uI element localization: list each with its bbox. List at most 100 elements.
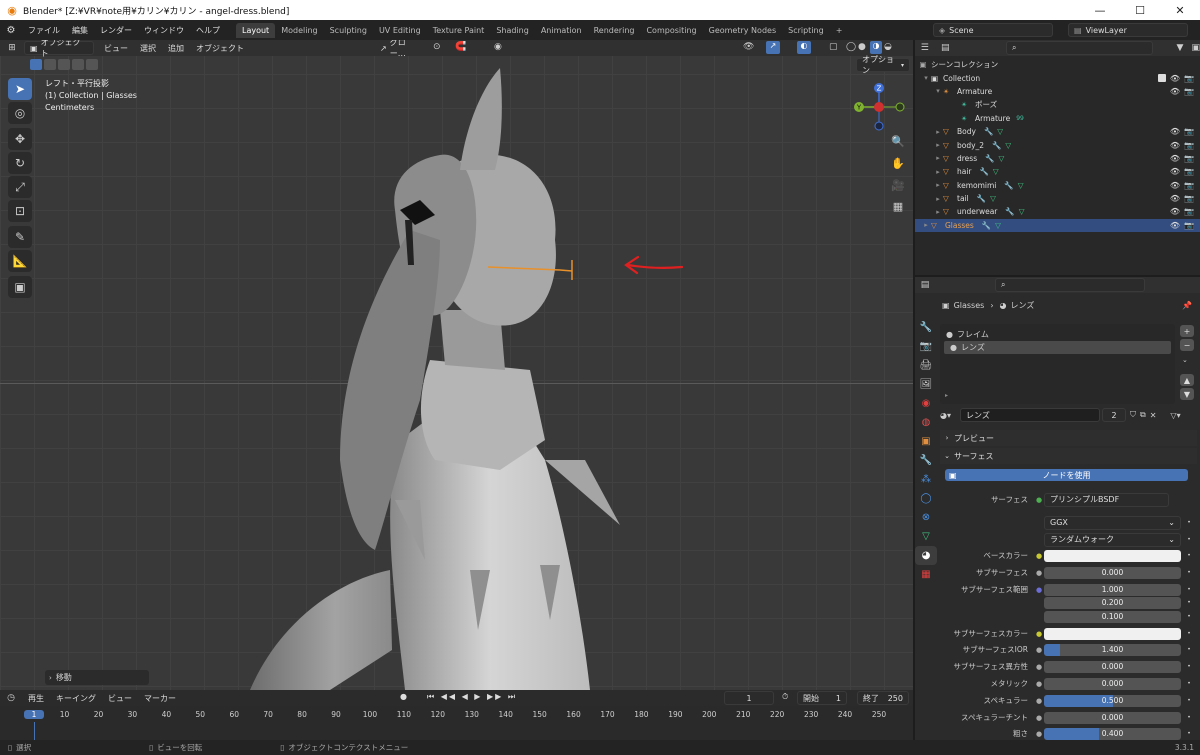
keyframe-dot-icon[interactable]: • xyxy=(1181,519,1197,526)
view-layer-tab-icon[interactable]: 🖼 xyxy=(915,375,937,394)
camera-icon[interactable]: 📷 xyxy=(1184,127,1194,136)
select-subtract-icon[interactable] xyxy=(58,58,70,70)
menu-help[interactable]: ヘルプ xyxy=(190,25,226,36)
mesh-data-icon[interactable]: ▽ xyxy=(1019,207,1025,216)
unlink-icon[interactable]: ✕ xyxy=(1150,411,1157,420)
material-tab-icon[interactable]: ◕ xyxy=(915,546,937,565)
eye-icon[interactable]: 👁 xyxy=(1170,181,1180,190)
expand-arrow-icon[interactable]: ▸ xyxy=(933,154,943,162)
material-slot-lens[interactable]: ● レンズ xyxy=(944,341,1171,354)
modifier-icon[interactable]: 🔧 xyxy=(982,221,991,230)
zoom-icon[interactable]: 🔍 xyxy=(888,135,908,155)
camera-icon[interactable]: 📷 xyxy=(1184,221,1194,230)
mesh-data-icon[interactable]: ▽ xyxy=(997,127,1003,136)
tool-tab-icon[interactable]: 🔧 xyxy=(915,318,937,337)
camera-icon[interactable]: 📷 xyxy=(1184,207,1194,216)
keyframe-dot-icon[interactable]: • xyxy=(1181,552,1197,559)
tab-animation[interactable]: Animation xyxy=(535,23,588,38)
color-swatch[interactable] xyxy=(1044,627,1181,640)
eye-icon[interactable]: 👁 xyxy=(1170,221,1180,230)
distribution-dropdown[interactable]: GGX ⌄ xyxy=(1044,515,1181,530)
physics-tab-icon[interactable]: ◯ xyxy=(915,489,937,508)
outliner-row[interactable]: ✴ Armature 99 xyxy=(915,112,1200,125)
menu-file[interactable]: ファイル xyxy=(22,25,66,36)
tab-uv-editing[interactable]: UV Editing xyxy=(373,23,427,38)
modifier-icon[interactable]: 🔧 xyxy=(977,194,986,203)
select-invert-icon[interactable] xyxy=(72,58,84,70)
slot-link-icon[interactable]: ▽▾ xyxy=(1170,411,1180,420)
rotate-tool-icon[interactable]: ↻ xyxy=(8,152,32,174)
duplicate-icon[interactable]: ⧉ xyxy=(1140,410,1146,420)
tab-layout[interactable]: Layout xyxy=(236,22,276,38)
rendered-shading-icon[interactable]: ◒ xyxy=(884,42,892,52)
filter-icon[interactable]: ▼ xyxy=(1177,43,1184,53)
visibility-icon[interactable]: 👁 xyxy=(743,42,754,52)
wireframe-shading-icon[interactable]: ◯ xyxy=(846,42,856,52)
properties-search[interactable]: ⌕ xyxy=(995,278,1145,292)
last-operator-panel[interactable]: › 移動 xyxy=(45,670,149,685)
transform-tool-icon[interactable]: ⊡ xyxy=(8,200,32,222)
subsurface-method-dropdown[interactable]: ランダムウォーク ⌄ xyxy=(1044,532,1181,547)
outliner-row[interactable]: ▸ ▽ dress 🔧 ▽ 👁 📷 xyxy=(915,152,1200,165)
proportional-edit-icon[interactable]: ◉ xyxy=(494,42,502,52)
value-slider[interactable]: 0.500 xyxy=(1044,694,1181,707)
tab-sculpting[interactable]: Sculpting xyxy=(324,23,373,38)
timeline-ruler[interactable]: 1 10 20 30 40 50 60 70 80 90 100 110 120 130 140 150 160… xyxy=(0,706,913,740)
value-slider[interactable]: 0.000 xyxy=(1044,660,1181,673)
move-slot-down-button[interactable]: ▼ xyxy=(1180,388,1194,400)
end-frame-field[interactable]: 終了 250 xyxy=(857,691,909,705)
world-tab-icon[interactable]: ◍ xyxy=(915,413,937,432)
fake-user-shield-icon[interactable]: ⛉ xyxy=(1130,410,1136,420)
expand-arrow-icon[interactable]: ▸ xyxy=(933,128,943,136)
expand-arrow-icon[interactable]: ▸ xyxy=(933,168,943,176)
xray-icon[interactable]: ▢ xyxy=(829,42,838,52)
mesh-data-icon[interactable]: ▽ xyxy=(993,167,999,176)
list-expand-icon[interactable]: ▸ xyxy=(945,392,948,399)
character-model[interactable] xyxy=(0,40,913,690)
outliner-search[interactable]: ⌕ xyxy=(1005,41,1153,55)
menu-keying[interactable]: キーイング xyxy=(50,693,102,704)
render-tab-icon[interactable]: 📷 xyxy=(915,337,937,356)
tab-rendering[interactable]: Rendering xyxy=(588,23,641,38)
outliner-row[interactable]: ▸ ▽ underwear 🔧 ▽ 👁 📷 xyxy=(915,205,1200,218)
measure-tool-icon[interactable]: 📐 xyxy=(8,250,32,272)
keyframe-dot-icon[interactable]: • xyxy=(1181,714,1197,721)
clock-icon[interactable]: ◷ xyxy=(0,693,22,703)
mesh-data-icon[interactable]: ▽ xyxy=(998,154,1004,163)
material-shading-icon[interactable]: ◑ xyxy=(870,41,882,54)
navigation-gizmo[interactable]: Z Y xyxy=(850,82,910,132)
select-intersect-icon[interactable] xyxy=(86,58,98,70)
eye-icon[interactable]: 👁 xyxy=(1170,154,1180,163)
constraints-tab-icon[interactable]: ⊗ xyxy=(915,508,937,527)
checkbox-icon[interactable] xyxy=(1158,74,1166,83)
keyframe-dot-icon[interactable]: • xyxy=(1181,613,1197,620)
close-button[interactable]: ✕ xyxy=(1160,0,1200,20)
overlay-toggle-icon[interactable]: ◐ xyxy=(797,41,811,54)
material-slot-frame[interactable]: ● フレイム xyxy=(940,328,1175,341)
value-slider[interactable]: 0.000 xyxy=(1044,566,1181,579)
outliner-row[interactable]: ▸ ▽ hair 🔧 ▽ 👁 📷 xyxy=(915,165,1200,178)
select-extend-icon[interactable] xyxy=(44,58,56,70)
outliner-row[interactable]: ▸ ▽ Glasses 🔧 ▽ 👁 📷 xyxy=(915,218,1200,233)
tab-shading[interactable]: Shading xyxy=(490,23,535,38)
eye-icon[interactable]: 👁 xyxy=(1170,141,1180,150)
keyframe-dot-icon[interactable]: • xyxy=(1181,569,1197,576)
tab-geometry-nodes[interactable]: Geometry Nodes xyxy=(703,23,782,38)
camera-view-icon[interactable]: 🎥 xyxy=(888,179,908,199)
expand-arrow-icon[interactable]: ▸ xyxy=(921,221,931,229)
tab-compositing[interactable]: Compositing xyxy=(640,23,702,38)
menu-playback[interactable]: 再生 xyxy=(22,693,50,704)
move-slot-up-button[interactable]: ▲ xyxy=(1180,374,1194,386)
menu-timeline-view[interactable]: ビュー xyxy=(102,693,138,704)
use-nodes-button[interactable]: ▣ ノードを使用 xyxy=(945,469,1188,481)
mesh-data-icon[interactable]: ▽ xyxy=(995,221,1001,230)
tab-scripting[interactable]: Scripting xyxy=(782,23,830,38)
surface-shader-selector[interactable]: プリンシプルBSDF xyxy=(1044,492,1169,507)
user-count[interactable]: 2 xyxy=(1102,408,1126,422)
menu-edit[interactable]: 編集 xyxy=(66,25,94,36)
modifier-icon[interactable]: 🔧 xyxy=(984,127,993,136)
menu-view[interactable]: ビュー xyxy=(98,43,134,54)
scene-selector[interactable]: ◈ Scene xyxy=(933,23,1053,37)
solid-shading-icon[interactable]: ● xyxy=(858,42,866,52)
record-icon[interactable]: ● xyxy=(400,692,407,701)
